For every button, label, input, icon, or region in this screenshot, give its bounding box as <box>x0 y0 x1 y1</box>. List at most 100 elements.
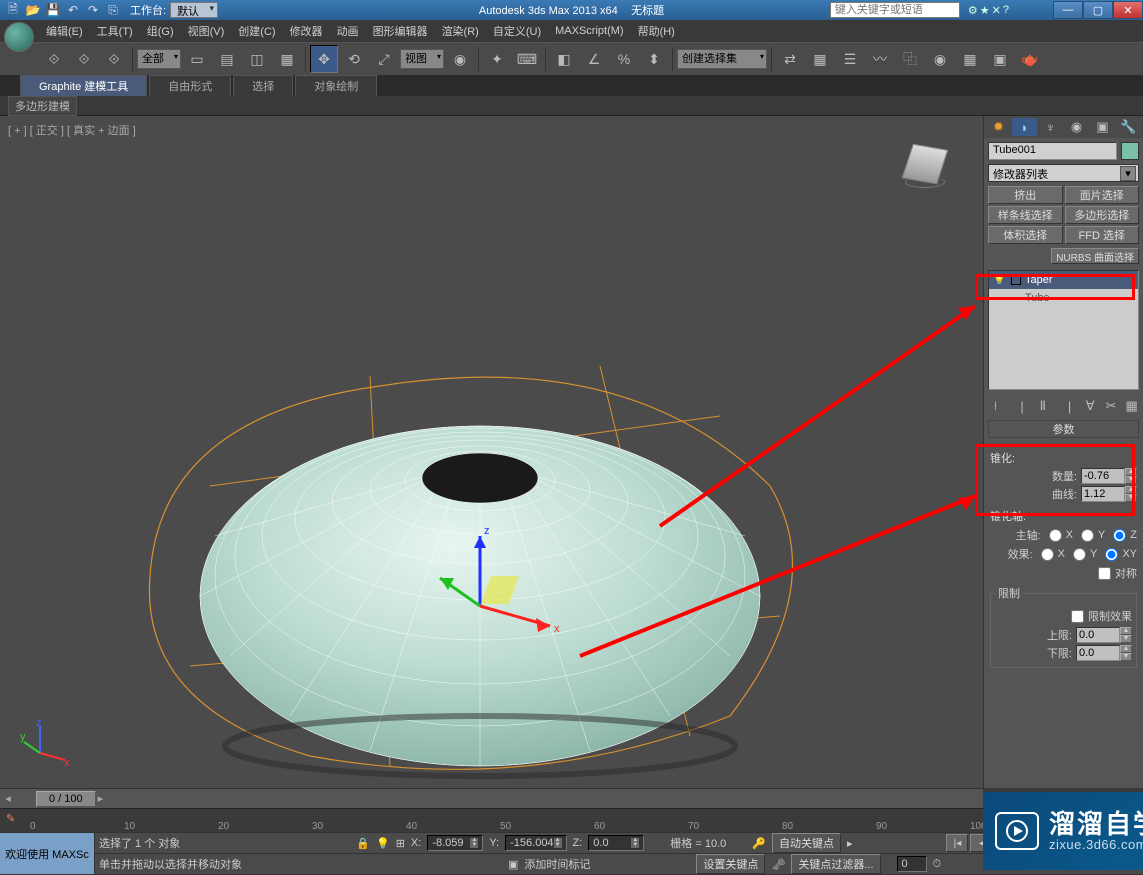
amount-up[interactable]: ▲ <box>1125 468 1137 476</box>
render-setup-icon[interactable]: ▦ <box>956 45 984 73</box>
poly-modeling-button[interactable]: 多边形建模 <box>8 96 77 116</box>
setkey-button[interactable]: 设置关键点 <box>696 854 765 874</box>
percent-snap-icon[interactable]: % <box>610 45 638 73</box>
lock-icon[interactable]: 🔒 <box>356 837 370 850</box>
amount-input[interactable] <box>1081 468 1125 484</box>
remove-modifier-icon[interactable]: ✂ <box>1104 398 1119 414</box>
menu-maxscript[interactable]: MAXScript(M) <box>549 23 629 39</box>
undo-icon[interactable]: ↶ <box>64 2 82 18</box>
curve-input[interactable] <box>1081 486 1125 502</box>
time-slider[interactable]: 0 / 100 <box>36 791 96 807</box>
pin-stack-icon[interactable]: ⟊ <box>988 398 1003 414</box>
amount-down[interactable]: ▼ <box>1125 476 1137 484</box>
params-rollout-header[interactable]: 参数 <box>988 420 1139 438</box>
key-filters-button[interactable]: 关键点过滤器... <box>791 854 880 874</box>
viewport[interactable]: [ + ] [ 正交 ] [ 真实 + 边面 ] <box>0 116 983 788</box>
limit-effect-checkbox[interactable] <box>1071 610 1084 623</box>
refcoord-dropdown[interactable]: 视图 <box>400 49 444 69</box>
add-time-tag[interactable]: 添加时间标记 <box>524 856 590 872</box>
menu-animation[interactable]: 动画 <box>331 21 365 41</box>
select-icon[interactable]: ▭ <box>183 45 211 73</box>
schematic-icon[interactable]: ⿻ <box>896 45 924 73</box>
unlink-icon[interactable]: ⟐ <box>70 45 98 73</box>
btn-spline-select[interactable]: 样条线选择 <box>988 206 1063 224</box>
help-icon[interactable]: ? <box>1003 4 1009 17</box>
selection-filter-dropdown[interactable]: 全部 <box>137 49 181 69</box>
btn-extrude[interactable]: 挤出 <box>988 186 1063 204</box>
configure-sets-icon[interactable]: ▦ <box>1124 398 1139 414</box>
menu-modifiers[interactable]: 修改器 <box>284 21 329 41</box>
curve-editor-icon[interactable]: 〰 <box>866 45 894 73</box>
key-mode-icon[interactable]: 🗝 <box>771 858 785 871</box>
workspace-dropdown[interactable]: 默认 <box>170 2 218 18</box>
redo-icon[interactable]: ↷ <box>84 2 102 18</box>
close-button[interactable]: ✕ <box>1113 1 1143 19</box>
effect-xy-radio[interactable] <box>1105 548 1118 561</box>
timeslider-prev-icon[interactable]: ◂ <box>0 792 16 805</box>
stack-item-tube[interactable]: Tube <box>989 289 1138 307</box>
curve-up[interactable]: ▲ <box>1125 486 1137 494</box>
keyboard-shortcut-icon[interactable]: ⌨ <box>513 45 541 73</box>
open-icon[interactable]: 📂 <box>24 2 42 18</box>
app-logo-icon[interactable] <box>4 22 34 52</box>
effect-y-radio[interactable] <box>1073 548 1086 561</box>
lower-input[interactable] <box>1076 645 1120 661</box>
tab-selection[interactable]: 选择 <box>233 75 293 96</box>
symmetry-checkbox[interactable] <box>1098 567 1111 580</box>
timeline-config-icon[interactable]: ✎ <box>6 812 26 828</box>
tab-graphite-modeling[interactable]: Graphite 建模工具 <box>20 75 147 96</box>
menu-customize[interactable]: 自定义(U) <box>487 21 547 41</box>
timeslider-next-icon[interactable]: ▸ <box>98 792 104 805</box>
render-icon[interactable]: 🫖 <box>1016 45 1044 73</box>
show-end-result-icon[interactable]: Ⅱ <box>1035 398 1050 414</box>
render-frame-icon[interactable]: ▣ <box>986 45 1014 73</box>
align-icon[interactable]: ▦ <box>806 45 834 73</box>
menu-graph[interactable]: 图形编辑器 <box>367 21 434 41</box>
tab-modify-icon[interactable]: ◗ <box>1012 118 1037 136</box>
select-region-icon[interactable]: ◫ <box>243 45 271 73</box>
object-color-swatch[interactable] <box>1121 142 1139 160</box>
selection-sets-icon[interactable]: ▸ <box>847 837 853 850</box>
curve-down[interactable]: ▼ <box>1125 494 1137 502</box>
btn-vol-select[interactable]: 体积选择 <box>988 226 1063 244</box>
script-listener[interactable]: 欢迎使用 MAXSc <box>0 833 95 874</box>
btn-nurbs-select[interactable]: NURBS 曲面选择 <box>1051 248 1139 264</box>
bind-space-warp-icon[interactable]: ⟐ <box>100 45 128 73</box>
tab-motion-icon[interactable]: ◉ <box>1064 118 1089 136</box>
tab-display-icon[interactable]: ▣ <box>1090 118 1115 136</box>
key-lock-icon[interactable]: 🔑 <box>752 837 766 850</box>
goto-start-icon[interactable]: |◂ <box>946 834 968 852</box>
isolate-icon[interactable]: 💡 <box>376 837 390 850</box>
modifier-stack[interactable]: 💡 Taper Tube <box>988 270 1139 390</box>
menu-rendering[interactable]: 渲染(R) <box>436 21 485 41</box>
primary-z-radio[interactable] <box>1113 529 1126 542</box>
tab-utilities-icon[interactable]: 🔧 <box>1116 118 1141 136</box>
viewport-label[interactable]: [ + ] [ 正交 ] [ 真实 + 边面 ] <box>8 122 136 138</box>
menu-create[interactable]: 创建(C) <box>232 21 281 41</box>
upper-input[interactable] <box>1076 627 1120 643</box>
time-config-icon[interactable]: ⏱ <box>933 858 942 871</box>
modifier-list-dropdown[interactable]: 修改器列表 <box>988 164 1139 182</box>
named-selset-dropdown[interactable]: 创建选择集 <box>677 49 767 69</box>
minimize-button[interactable]: — <box>1053 1 1083 19</box>
time-slider-bar[interactable]: ◂ 0 / 100 ▸ <box>0 788 983 808</box>
tab-object-paint[interactable]: 对象绘制 <box>295 75 377 96</box>
primary-x-radio[interactable] <box>1049 529 1062 542</box>
angle-snap-icon[interactable]: ∠ <box>580 45 608 73</box>
link-icon[interactable]: ⎘ <box>104 2 122 18</box>
autokey-button[interactable]: 自动关键点 <box>772 833 841 853</box>
effect-x-radio[interactable] <box>1041 548 1054 561</box>
make-unique-icon[interactable]: ∀ <box>1083 398 1098 414</box>
scene-object[interactable]: z x <box>130 316 830 796</box>
save-icon[interactable]: 💾 <box>44 2 62 18</box>
snaps-toggle-icon[interactable]: ◧ <box>550 45 578 73</box>
window-crossing-icon[interactable]: ▦ <box>273 45 301 73</box>
menu-group[interactable]: 组(G) <box>141 21 180 41</box>
infocenter-icon[interactable]: ⚙ <box>968 4 978 17</box>
maximize-button[interactable]: ▢ <box>1083 1 1113 19</box>
material-editor-icon[interactable]: ◉ <box>926 45 954 73</box>
sub-icon[interactable]: ★ <box>980 4 990 17</box>
btn-ffd-select[interactable]: FFD 选择 <box>1065 226 1140 244</box>
manipulate-icon[interactable]: ✦ <box>483 45 511 73</box>
object-name-field[interactable]: Tube001 <box>988 142 1117 160</box>
